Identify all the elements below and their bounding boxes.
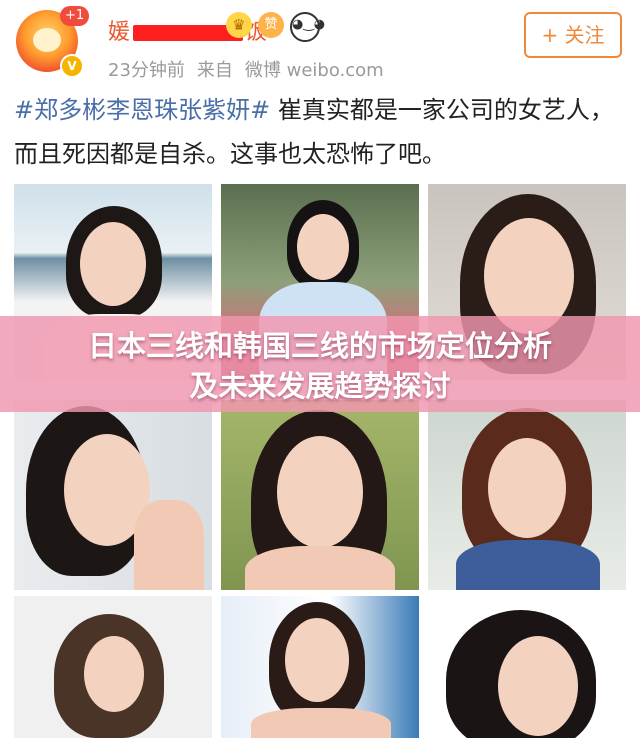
photo-6[interactable] bbox=[428, 400, 626, 590]
photo-4[interactable] bbox=[14, 400, 212, 590]
post-header: +1 V 媛饭 ♛ 赞 ◕‿◕ 23分钟前 来自 微博 weibo.com + 关注 bbox=[0, 0, 640, 88]
crown-badge-icon[interactable]: ♛ bbox=[226, 12, 252, 38]
panda-badge-icon[interactable]: ◕‿◕ bbox=[290, 12, 325, 42]
zan-badge-icon[interactable]: 赞 bbox=[258, 12, 284, 38]
post-meta: 23分钟前 来自 微博 weibo.com bbox=[108, 56, 396, 82]
follow-button[interactable]: + 关注 bbox=[524, 12, 622, 58]
overlay-title: 日本三线和韩国三线的市场定位分析 及未来发展趋势探讨 bbox=[0, 326, 640, 406]
overlay-title-line1: 日本三线和韩国三线的市场定位分析 bbox=[87, 329, 552, 363]
photo-grid bbox=[14, 184, 626, 738]
photo-5[interactable] bbox=[221, 400, 419, 590]
photo-7[interactable] bbox=[14, 596, 212, 738]
photo-9[interactable] bbox=[428, 596, 626, 738]
avatar-face bbox=[33, 28, 61, 52]
username-prefix: 媛 bbox=[108, 20, 132, 45]
hashtag-link[interactable]: #郑多彬李恩珠张紫妍# bbox=[14, 96, 270, 124]
source-link[interactable]: 微博 weibo.com bbox=[245, 60, 384, 81]
post-text: #郑多彬李恩珠张紫妍# 崔真实都是一家公司的女艺人，而且死因都是自杀。这事也太恐… bbox=[14, 88, 626, 176]
overlay-title-line2: 及未来发展趋势探讨 bbox=[189, 369, 451, 403]
photo-8[interactable] bbox=[221, 596, 419, 738]
notification-badge: +1 bbox=[60, 6, 90, 26]
source-prefix: 来自 bbox=[196, 60, 233, 81]
verified-icon: V bbox=[60, 54, 84, 78]
post-time: 23分钟前 bbox=[108, 60, 185, 81]
